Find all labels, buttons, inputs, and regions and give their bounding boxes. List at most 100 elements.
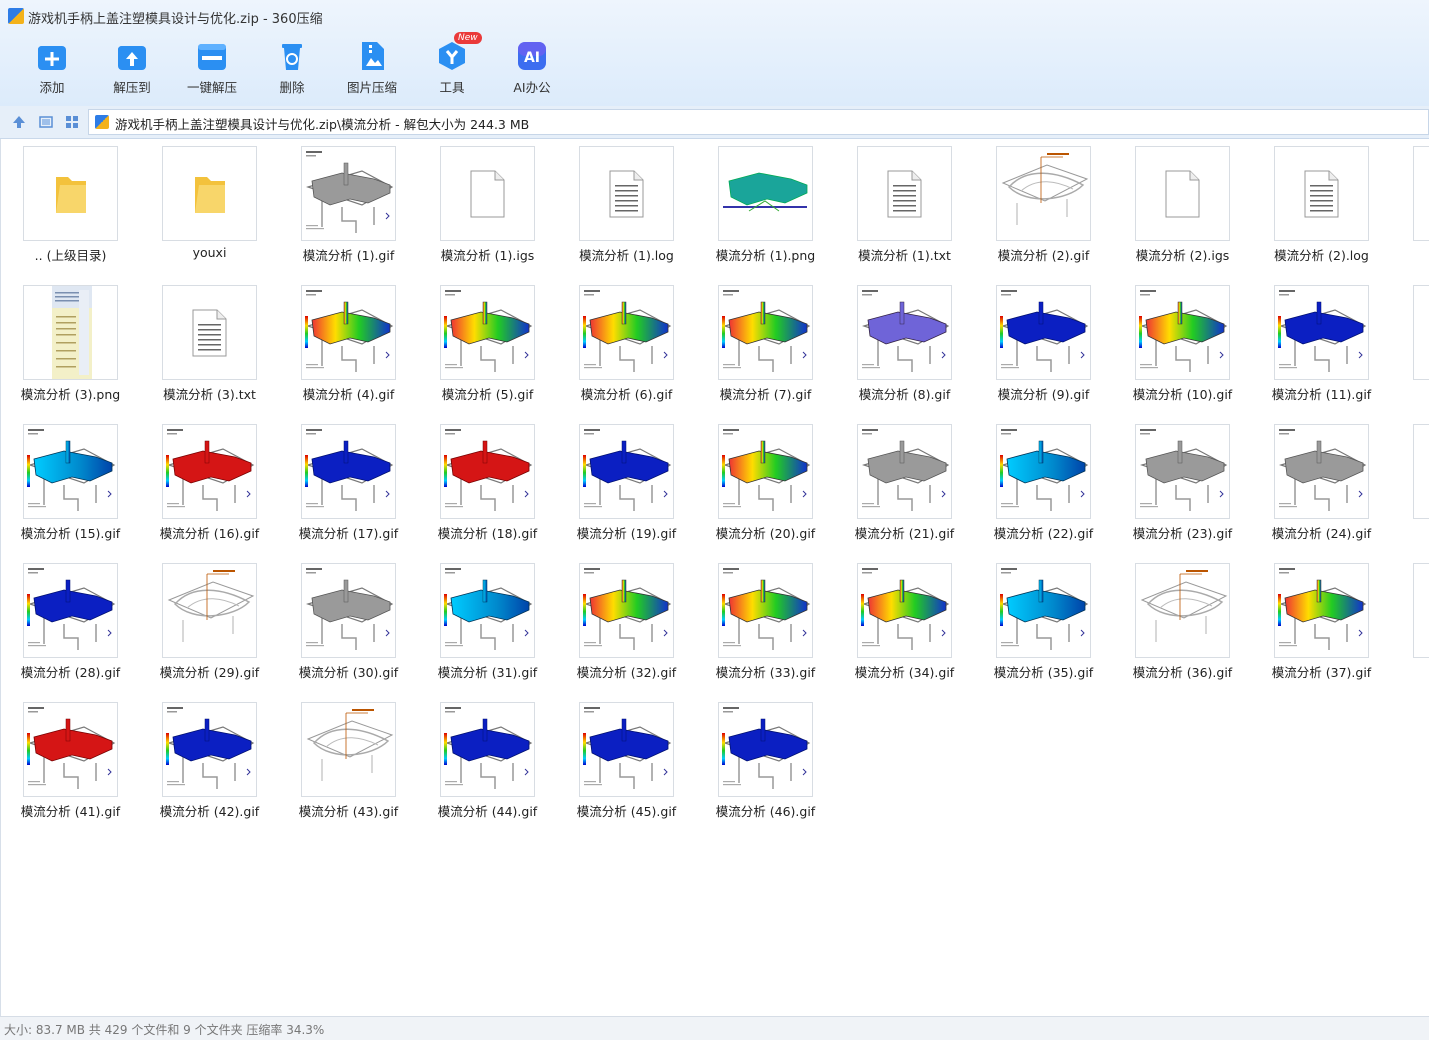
file-item[interactable]: 模流分析 (6).gif — [557, 278, 696, 412]
file-thumbnail — [579, 285, 674, 380]
file-item[interactable]: 模流分析 (17).gif — [279, 417, 418, 551]
toolbar-button-extract-to[interactable]: 解压到 — [92, 36, 172, 98]
file-item[interactable]: 模流分析 (1).gif — [279, 139, 418, 273]
file-name: 模流 — [1391, 384, 1429, 403]
status-text: 大小: 83.7 MB 共 429 个文件和 9 个文件夹 压缩率 34.3% — [4, 1023, 325, 1037]
file-name: 模流 — [1391, 245, 1429, 264]
file-name: youxi — [192, 245, 227, 260]
file-name: 模流分析 (8).gif — [858, 387, 951, 402]
file-item[interactable]: 模流分析 (45).gif — [557, 695, 696, 829]
file-name: 模流分析 (11).gif — [1271, 387, 1372, 402]
file-thumbnail — [301, 285, 396, 380]
file-item[interactable]: 模流分析 (10).gif — [1113, 278, 1252, 412]
file-thumbnail — [1413, 563, 1429, 658]
up-arrow-icon[interactable] — [9, 112, 29, 132]
file-name: 模流分析 (7).gif — [719, 387, 812, 402]
file-item[interactable]: 模流分析 (1).txt — [835, 139, 974, 273]
file-item[interactable]: 模流分析 (32).gif — [557, 556, 696, 690]
file-name: 模流分析 (28).gif — [20, 665, 121, 680]
file-item[interactable]: 模流分析 (41).gif — [1, 695, 140, 829]
file-thumbnail — [162, 285, 257, 380]
file-item[interactable]: 模流分析 (18).gif — [418, 417, 557, 551]
file-name: 模流分析 (9).gif — [997, 387, 1090, 402]
file-item[interactable]: 模流分析 (3).txt — [140, 278, 279, 412]
file-item[interactable]: 模流 — [1391, 278, 1429, 412]
toolbar-button-label: AI办公 — [513, 80, 551, 95]
file-item[interactable]: 模流分析 (19).gif — [557, 417, 696, 551]
file-thumbnail — [1274, 424, 1369, 519]
file-item[interactable]: 模流分析 (21).gif — [835, 417, 974, 551]
file-item[interactable]: 模流分析 (34).gif — [835, 556, 974, 690]
file-thumbnail — [162, 563, 257, 658]
file-item[interactable]: 模流分析 (36).gif — [1113, 556, 1252, 690]
toolbar-button-image-compress[interactable]: 图片压缩 — [332, 36, 412, 98]
file-thumbnail — [162, 702, 257, 797]
toolbar-button-label: 一键解压 — [186, 80, 237, 95]
file-item[interactable]: 模流分析 (29).gif — [140, 556, 279, 690]
file-item[interactable]: 模流 — [1391, 139, 1429, 273]
file-item[interactable]: 模流分析 (30).gif — [279, 556, 418, 690]
file-item[interactable]: 模流分析 (1).png — [696, 139, 835, 273]
file-item[interactable]: 模流分析 (2).log — [1252, 139, 1391, 273]
file-thumbnail — [996, 146, 1091, 241]
file-item[interactable]: 模流分析 (46).gif — [696, 695, 835, 829]
file-item[interactable]: 模流分析 (1).igs — [418, 139, 557, 273]
file-item[interactable]: 模流分析 (35).gif — [974, 556, 1113, 690]
file-item[interactable]: 模流分析 (16).gif — [140, 417, 279, 551]
one-click-extract-icon — [196, 40, 228, 72]
file-thumbnail — [996, 285, 1091, 380]
file-item[interactable]: 模流分析 (28).gif — [1, 556, 140, 690]
toolbar-button-delete[interactable]: 删除 — [252, 36, 332, 98]
file-thumbnail — [857, 563, 952, 658]
file-item[interactable]: 模流分析 (24).gif — [1252, 417, 1391, 551]
file-thumbnail — [301, 563, 396, 658]
file-name: 模流分析 (41).gif — [20, 804, 121, 819]
file-item[interactable]: 模流分析 (42).gif — [140, 695, 279, 829]
file-item[interactable]: 模流分析 (8).gif — [835, 278, 974, 412]
file-item[interactable]: 模流分析 (22).gif — [974, 417, 1113, 551]
toolbar-button-label: 解压到 — [113, 80, 151, 95]
file-item[interactable]: 模流分析 (15).gif — [1, 417, 140, 551]
file-item[interactable]: 模流分析 (23).gif — [1113, 417, 1252, 551]
address-bar[interactable]: 游戏机手柄上盖注塑模具设计与优化.zip\模流分析 - 解包大小为 244.3 … — [88, 109, 1429, 135]
toolbar-button-one-click-extract[interactable]: 一键解压 — [172, 36, 252, 98]
file-item[interactable]: 模流分析 (2).igs — [1113, 139, 1252, 273]
status-bar: 大小: 83.7 MB 共 429 个文件和 9 个文件夹 压缩率 34.3% — [0, 1016, 1429, 1040]
ai-office-icon: AI — [516, 40, 548, 72]
file-item[interactable]: 模流分析 (1).log — [557, 139, 696, 273]
folder-item[interactable]: youxi — [140, 139, 279, 273]
file-thumbnail — [440, 424, 535, 519]
file-item[interactable]: 模流分析 (31).gif — [418, 556, 557, 690]
file-thumbnail — [1274, 285, 1369, 380]
file-name: 模流分析 (23).gif — [1132, 526, 1233, 541]
folder-item[interactable]: .. (上级目录) — [1, 139, 140, 273]
toolbar-button-ai-office[interactable]: AI AI办公 — [492, 36, 572, 98]
new-badge: New — [454, 32, 482, 44]
file-item[interactable]: 模流分析 (4).gif — [279, 278, 418, 412]
file-item[interactable]: 模流分析 (43).gif — [279, 695, 418, 829]
file-item[interactable]: 模流分析 (3).png — [1, 278, 140, 412]
file-item[interactable]: 模流分析 (33).gif — [696, 556, 835, 690]
svg-text:AI: AI — [524, 50, 540, 66]
file-item[interactable]: 模流 — [1391, 556, 1429, 690]
file-item[interactable]: 模流分析 (9).gif — [974, 278, 1113, 412]
file-thumbnail — [301, 424, 396, 519]
file-item[interactable]: 模流分析 (20).gif — [696, 417, 835, 551]
toolbar-button-tools[interactable]: New 工具 — [412, 32, 492, 98]
file-item[interactable]: 模流分析 (2).gif — [974, 139, 1113, 273]
file-item[interactable]: 模流分析 (5).gif — [418, 278, 557, 412]
toolbar-button-label: 图片压缩 — [346, 80, 397, 95]
details-view-icon[interactable] — [36, 112, 56, 132]
file-item[interactable]: 模流分析 (44).gif — [418, 695, 557, 829]
toolbar-button-label: 工具 — [439, 80, 465, 95]
toolbar-button-add[interactable]: 添加 — [12, 36, 92, 98]
file-name: 模流分析 (1).gif — [302, 248, 395, 263]
toolbar-button-label: 添加 — [39, 80, 65, 95]
file-item[interactable]: 模流分析 (37).gif — [1252, 556, 1391, 690]
add-icon — [36, 40, 68, 72]
thumbnail-view-icon[interactable] — [62, 112, 82, 132]
file-item[interactable]: 模流 — [1391, 417, 1429, 551]
file-item[interactable]: 模流分析 (7).gif — [696, 278, 835, 412]
file-item[interactable]: 模流分析 (11).gif — [1252, 278, 1391, 412]
file-name: 模流分析 (4).gif — [302, 387, 395, 402]
